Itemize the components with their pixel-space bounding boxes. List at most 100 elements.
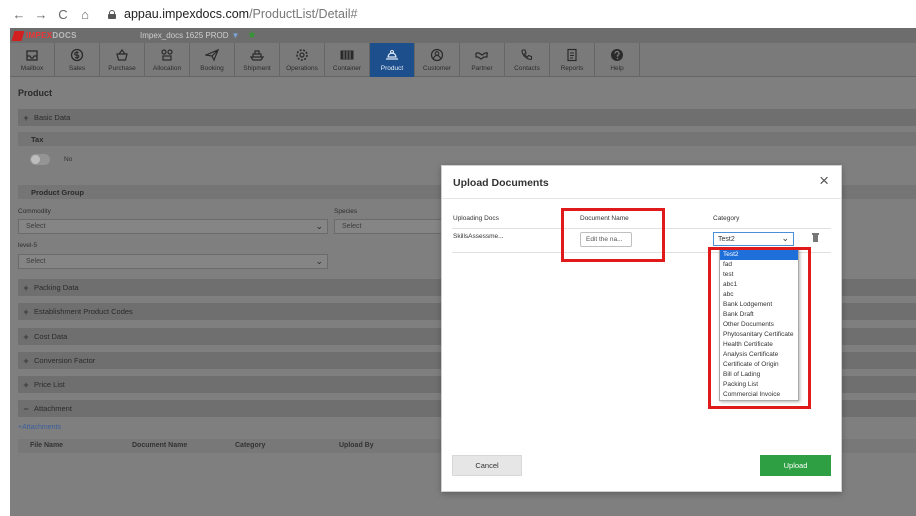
add-attachments-link[interactable]: +Attachments [18, 424, 61, 431]
minus-icon: − [23, 403, 29, 414]
menu-item-label: Operations [286, 65, 318, 72]
close-icon[interactable]: × [819, 171, 829, 191]
menu-item-sales[interactable]: Sales [55, 43, 100, 77]
menu-item-label: Sales [68, 65, 86, 72]
col-uploading-docs: Uploading Docs [453, 215, 499, 222]
top-strip: IMPEXDOCS Impex_docs 1625 PROD ▼ ★ [10, 28, 916, 43]
home-icon[interactable]: ⌂ [76, 7, 94, 22]
forward-icon[interactable]: → [32, 7, 50, 22]
col-file-name: File Name [30, 442, 64, 449]
trash-icon[interactable] [812, 233, 819, 242]
menu-item-product[interactable]: Product [370, 43, 415, 77]
menu-item-label: Purchase [108, 65, 136, 72]
menu-item-partner[interactable]: Partner [460, 43, 505, 77]
product-icon [386, 50, 398, 60]
plus-icon: + [23, 306, 29, 317]
menu-item-label: Customer [422, 65, 452, 72]
menu-item-container[interactable]: Container [325, 43, 370, 77]
handshake-icon [475, 52, 488, 60]
report-icon [567, 48, 577, 62]
url-path: /ProductList/Detail# [249, 7, 358, 21]
section-label: Packing Data [34, 283, 79, 292]
menu-item-mailbox[interactable]: Mailbox [10, 43, 55, 77]
col-document-name: Document Name [132, 442, 188, 449]
section-label: Basic Data [34, 113, 71, 122]
cancel-button[interactable]: Cancel [452, 455, 522, 476]
section-label: Conversion Factor [34, 356, 96, 365]
level5-label: level-5 [18, 242, 38, 249]
commodity-select[interactable]: Select ⌄ [18, 219, 328, 234]
col-upload-by: Upload By [339, 442, 374, 449]
paper-plane-icon [205, 48, 219, 62]
species-label: Species [334, 208, 358, 215]
col-category: Category [713, 215, 740, 222]
menu-item-label: Partner [471, 65, 493, 72]
tenant-name: Impex_docs 1625 PROD [140, 31, 229, 40]
species-value: Select [342, 223, 362, 230]
section-label: Price List [34, 380, 65, 389]
impexdocs-logo[interactable]: IMPEXDOCS [10, 28, 80, 43]
category-select[interactable]: Test2 ⌄ [713, 232, 794, 246]
tax-toggle[interactable] [30, 154, 50, 165]
menu-item-label: Allocation [152, 65, 182, 72]
gear-icon [296, 49, 308, 61]
upload-button[interactable]: Upload [760, 455, 831, 476]
modal-title: Upload Documents [453, 177, 549, 189]
menu-item-reports[interactable]: Reports [550, 43, 595, 77]
star-icon[interactable]: ★ [247, 30, 256, 41]
ship-icon [250, 50, 264, 61]
tax-toggle-label: No [64, 156, 73, 163]
help-icon [611, 49, 623, 61]
plus-icon: + [23, 112, 29, 123]
basket-icon [116, 49, 128, 61]
highlight-box-document-name [561, 208, 665, 262]
section-label: Cost Data [34, 332, 68, 341]
menu-item-label: Product [380, 65, 404, 72]
menu-item-customer[interactable]: Customer [415, 43, 460, 77]
divider [442, 198, 841, 199]
menu-item-label: Reports [560, 65, 584, 72]
menu-item-purchase[interactable]: Purchase [100, 43, 145, 77]
menu-item-operations[interactable]: Operations [280, 43, 325, 77]
address-bar[interactable]: appau.impexdocs.com/ProductList/Detail# [108, 7, 357, 21]
section-label: Establishment Product Codes [34, 307, 133, 316]
menu-item-label: Booking [200, 65, 224, 72]
lock-icon [108, 9, 116, 19]
menu-item-booking[interactable]: Booking [190, 43, 235, 77]
menu-item-allocation[interactable]: Allocation [145, 43, 190, 77]
main-menu: Mailbox Sales Purchase Allocation Booking Shi… [10, 43, 916, 77]
back-icon[interactable]: ← [10, 7, 28, 22]
section-basic-data[interactable]: + Basic Data [18, 109, 916, 126]
level5-value: Select [26, 258, 46, 265]
plus-icon: + [23, 379, 29, 390]
tenant-selector[interactable]: Impex_docs 1625 PROD ▼ ★ [140, 30, 256, 41]
dollar-icon [70, 48, 84, 62]
menu-item-label: Help [610, 65, 624, 72]
level5-select[interactable]: Select ⌄ [18, 254, 328, 269]
plus-icon: + [23, 355, 29, 366]
logo-mark-icon [11, 30, 25, 41]
browser-bar: ← → C ⌂ appau.impexdocs.com/ProductList/… [0, 0, 916, 28]
menu-item-contacts[interactable]: Contacts [505, 43, 550, 77]
commodity-label: Commodity [18, 208, 51, 215]
chevron-down-icon: ▼ [231, 31, 240, 40]
menu-item-help[interactable]: Help [595, 43, 640, 77]
menu-item-shipment[interactable]: Shipment [235, 43, 280, 77]
phone-icon [521, 49, 533, 61]
col-category: Category [235, 442, 266, 449]
logo-text-a: IMPEX [26, 31, 53, 40]
page-title: Product [18, 88, 53, 98]
reload-icon[interactable]: C [54, 7, 72, 22]
customer-icon [430, 48, 444, 62]
subhead-tax: Tax [18, 132, 916, 146]
menu-item-label: Mailbox [20, 65, 44, 72]
category-value: Test2 [718, 235, 735, 243]
species-select[interactable]: Select [334, 219, 442, 234]
allocation-icon [161, 49, 173, 61]
menu-item-label: Container [332, 65, 362, 72]
commodity-value: Select [26, 223, 46, 230]
logo-text-b: DOCS [52, 31, 77, 40]
plus-icon: + [23, 282, 29, 293]
url-host: appau.impexdocs.com [124, 7, 250, 21]
mailbox-icon [26, 50, 38, 61]
